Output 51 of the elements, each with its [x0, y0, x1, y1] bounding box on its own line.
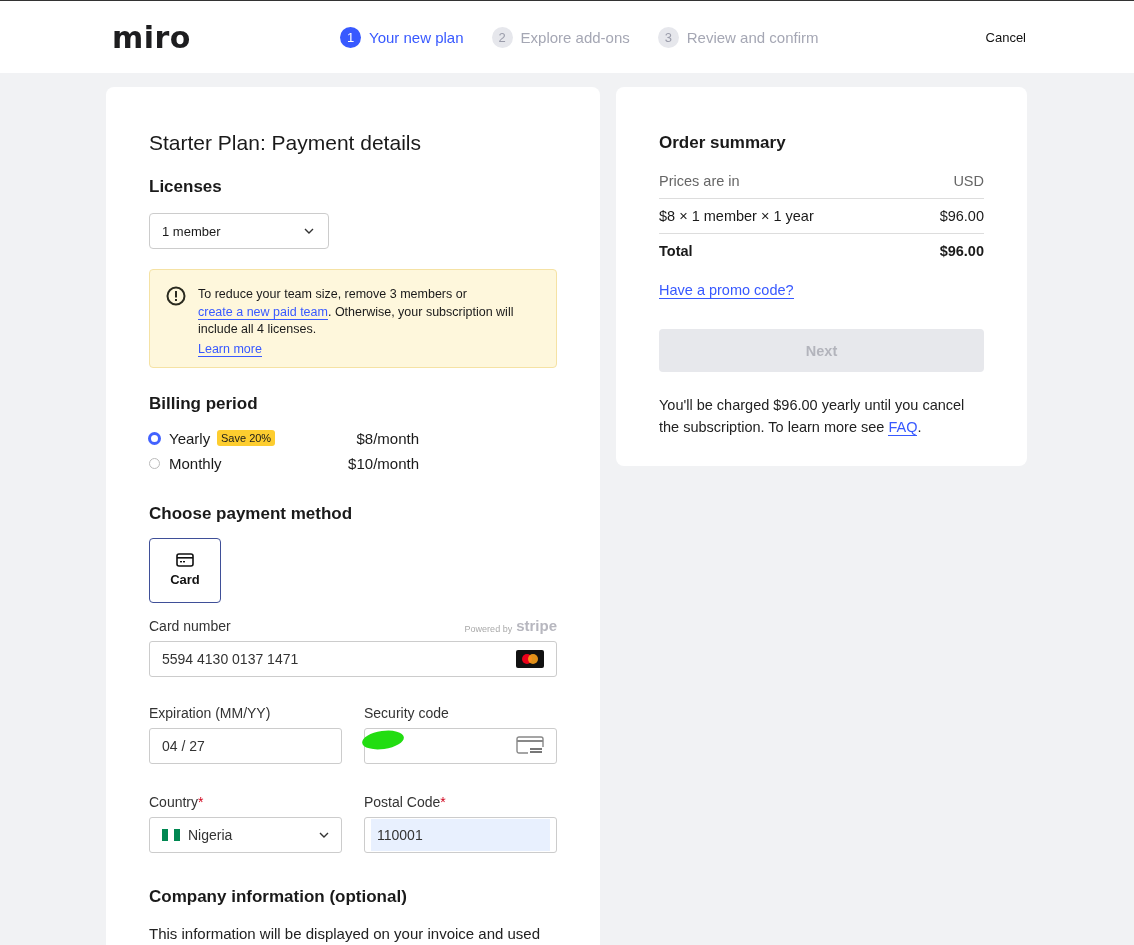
charge-note: You'll be charged $96.00 yearly until you cancel the subscription. To learn more see FAQ. — [659, 396, 966, 438]
section-heading: Choose payment method — [149, 503, 354, 524]
company-info-text: This information will be displayed on your invoice and used — [149, 924, 542, 942]
summary-label: $8 × 1 member × 1 year — [659, 208, 814, 224]
summary-value: USD — [953, 173, 984, 189]
create-team-link[interactable]: create a new paid team — [198, 304, 328, 320]
learn-more-link[interactable]: Learn more — [198, 341, 262, 357]
option-price: $10/month — [348, 454, 419, 472]
section-heading: Billing period — [149, 393, 259, 414]
cvc-card-icon — [516, 735, 544, 756]
save-badge: Save 20% — [217, 430, 276, 446]
option-price: $8/month — [356, 429, 419, 447]
promo-code-link[interactable]: Have a promo code? — [659, 282, 794, 299]
stripe-logo: stripe — [516, 616, 557, 634]
postal-code-field[interactable]: 110001 — [364, 816, 557, 853]
section-heading: Licenses — [149, 177, 223, 197]
miro-logo[interactable]: miro — [112, 19, 340, 55]
notice-text: To reduce your team size, remove 3 members or create a new paid team. Otherwise, your subscription will include all 4 licenses. — [198, 286, 515, 338]
option-label: Monthly — [169, 454, 223, 472]
card-method-button[interactable]: Card — [149, 537, 221, 603]
section-heading: Company information (optional) — [149, 886, 408, 907]
field-label: Country* — [149, 793, 205, 810]
summary-label: Total — [659, 243, 693, 259]
required-asterisk: * — [198, 793, 204, 810]
option-label: Yearly — [169, 429, 212, 447]
page-title: Starter Plan: Payment details — [149, 131, 422, 155]
country-dropdown[interactable]: Nigeria — [149, 816, 342, 853]
summary-label: Prices are in — [659, 173, 740, 189]
mastercard-icon — [516, 649, 544, 668]
step-tab[interactable]: 1 Your new plan — [340, 26, 464, 48]
card-number-field[interactable]: 5594 4130 0137 1471 — [149, 640, 557, 677]
licenses-dropdown[interactable]: 1 member — [149, 213, 329, 249]
field-label: Card number — [149, 617, 231, 634]
field-label: Postal Code* — [364, 793, 447, 810]
warning-icon — [166, 286, 186, 306]
required-asterisk: * — [440, 793, 446, 810]
summary-value: $96.00 — [939, 208, 984, 224]
chevron-down-icon — [319, 831, 329, 838]
cancel-link[interactable]: Cancel — [985, 29, 1026, 45]
credit-card-icon — [176, 553, 194, 567]
nigeria-flag-icon — [162, 828, 180, 841]
powered-by-text: Powered by — [464, 623, 513, 634]
field-label: Expiration (MM/YY) — [149, 704, 272, 721]
chevron-down-icon — [304, 228, 314, 234]
radio-button[interactable] — [148, 431, 161, 445]
expiration-field[interactable]: 04 / 27 — [149, 727, 342, 764]
summary-value: $96.00 — [939, 243, 984, 259]
redaction-scribble — [361, 728, 405, 751]
summary-title: Order summary — [659, 133, 787, 153]
faq-link[interactable]: FAQ — [888, 419, 918, 436]
field-label: Security code — [364, 704, 450, 721]
